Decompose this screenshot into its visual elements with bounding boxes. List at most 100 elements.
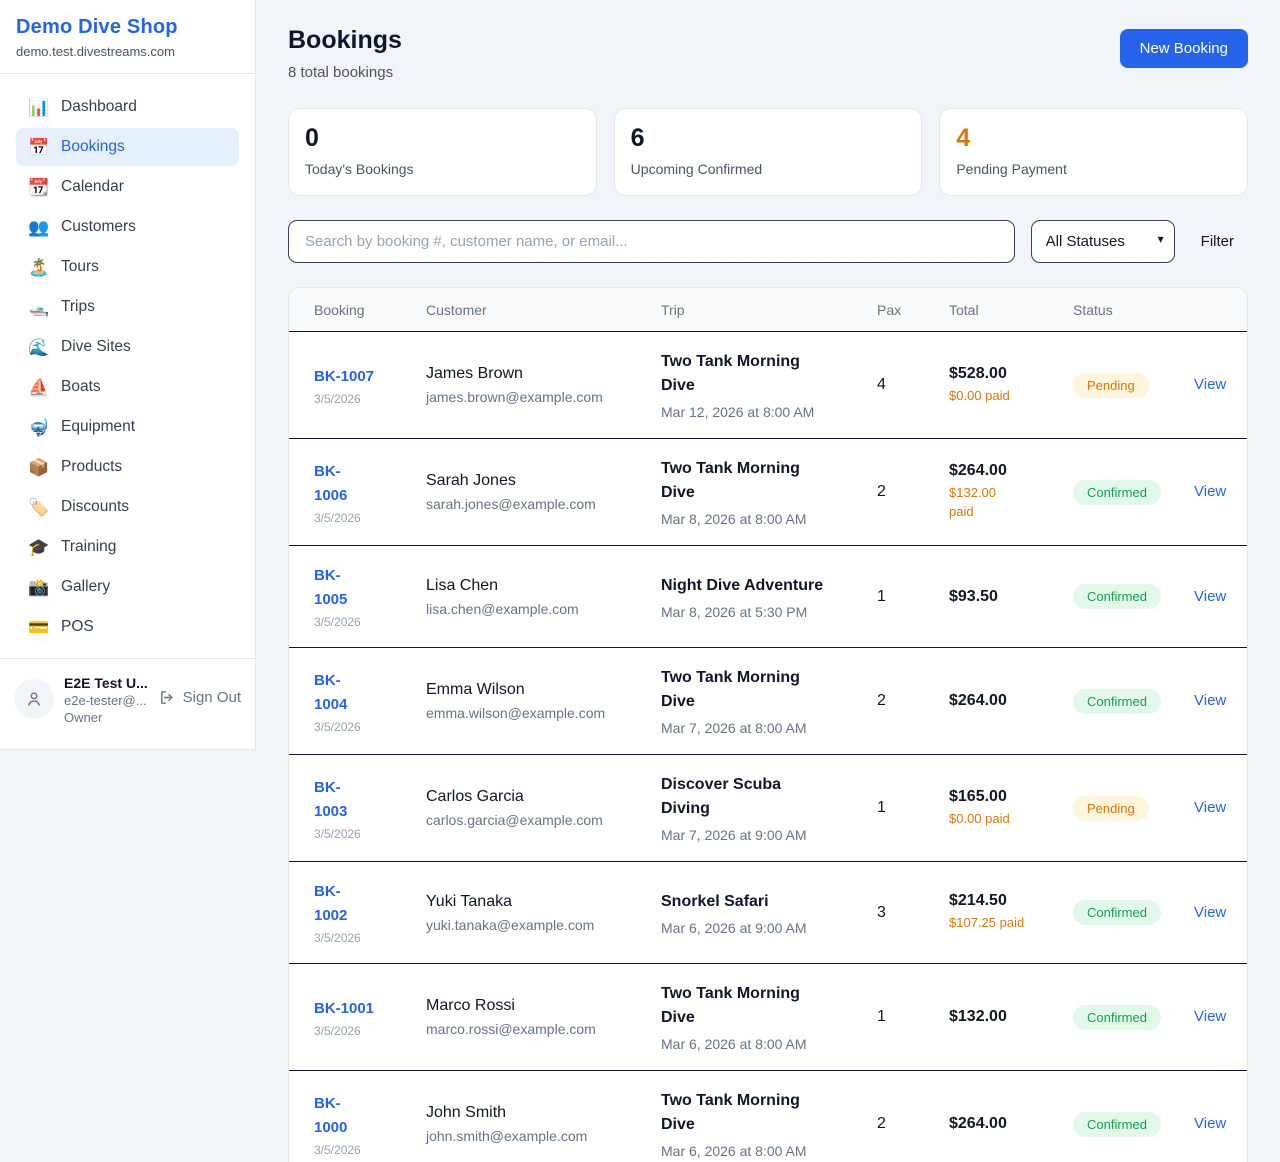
booking-ref-link[interactable]: BK- 1002 <box>314 880 426 928</box>
stat-value: 4 <box>956 124 1231 153</box>
view-link[interactable]: View <box>1194 483 1226 500</box>
table-row: BK- 1003 3/5/2026 Carlos Garcia carlos.g… <box>289 755 1247 862</box>
sidebar-item-bookings[interactable]: 📅 Bookings <box>16 128 239 166</box>
booking-ref-link[interactable]: BK- 1004 <box>314 669 426 717</box>
graduation-cap-icon: 🎓 <box>28 539 48 556</box>
view-link[interactable]: View <box>1194 1115 1226 1132</box>
pax-count: 1 <box>877 1008 949 1026</box>
booking-ref-link[interactable]: BK- 1003 <box>314 776 426 824</box>
status-badge: Confirmed <box>1073 1112 1161 1137</box>
total-amount: $264.00 <box>949 462 1073 480</box>
bookings-table: Booking Customer Trip Pax Total Status B… <box>288 287 1248 1162</box>
pax-count: 1 <box>877 799 949 817</box>
customer-email: sarah.jones@example.com <box>426 496 661 512</box>
booking-ref-link[interactable]: BK-1001 <box>314 997 426 1021</box>
total-bookings-count: 8 total bookings <box>288 64 402 81</box>
user-name: E2E Test U... <box>64 675 149 691</box>
status-badge: Confirmed <box>1073 689 1161 714</box>
sidebar-item-trips[interactable]: 🛥️ Trips <box>16 288 239 326</box>
booking-ref-link[interactable]: BK- 1006 <box>314 460 426 508</box>
view-link[interactable]: View <box>1194 588 1226 605</box>
table-row: BK- 1005 3/5/2026 Lisa Chen lisa.chen@ex… <box>289 546 1247 648</box>
view-link[interactable]: View <box>1194 376 1226 393</box>
view-link[interactable]: View <box>1194 904 1226 921</box>
booking-ref-link[interactable]: BK- 1000 <box>314 1092 426 1140</box>
new-booking-button[interactable]: New Booking <box>1120 29 1248 68</box>
status-badge: Confirmed <box>1073 584 1161 609</box>
view-link[interactable]: View <box>1194 799 1226 816</box>
sidebar-item-training[interactable]: 🎓 Training <box>16 528 239 566</box>
trip-name: Night Dive Adventure <box>661 574 877 598</box>
shop-name: Demo Dive Shop <box>16 16 239 39</box>
search-input[interactable] <box>288 220 1015 263</box>
sidebar-item-products[interactable]: 📦 Products <box>16 448 239 486</box>
trip-datetime: Mar 7, 2026 at 9:00 AM <box>661 827 877 843</box>
sidebar-item-boats[interactable]: ⛵ Boats <box>16 368 239 406</box>
paid-amount: $132.00 paid <box>949 484 1073 522</box>
people-icon: 👥 <box>28 219 48 236</box>
booking-created-date: 3/5/2026 <box>314 720 426 734</box>
booking-ref-link[interactable]: BK-1007 <box>314 365 426 389</box>
stat-value: 6 <box>631 124 906 153</box>
customer-email: james.brown@example.com <box>426 389 661 405</box>
stat-label: Today's Bookings <box>305 161 580 177</box>
sidebar-item-label: Trips <box>61 298 95 316</box>
sidebar-item-discounts[interactable]: 🏷️ Discounts <box>16 488 239 526</box>
trip-datetime: Mar 6, 2026 at 8:00 AM <box>661 1143 877 1159</box>
trip-datetime: Mar 6, 2026 at 8:00 AM <box>661 1036 877 1052</box>
sidebar-item-customers[interactable]: 👥 Customers <box>16 208 239 246</box>
booking-created-date: 3/5/2026 <box>314 511 426 525</box>
trip-name: Two Tank Morning Dive <box>661 982 877 1030</box>
page-header: Bookings 8 total bookings New Booking <box>288 26 1248 81</box>
sidebar-item-pos[interactable]: 💳 POS <box>16 608 239 646</box>
trip-name: Two Tank Morning Dive <box>661 350 877 398</box>
status-badge: Confirmed <box>1073 480 1161 505</box>
status-badge: Confirmed <box>1073 1005 1161 1030</box>
booking-created-date: 3/5/2026 <box>314 1143 426 1157</box>
customer-name: John Smith <box>426 1104 661 1122</box>
wave-icon: 🌊 <box>28 339 48 356</box>
table-row: BK-1007 3/5/2026 James Brown james.brown… <box>289 332 1247 439</box>
customer-email: lisa.chen@example.com <box>426 601 661 617</box>
stat-card-today-s-bookings: 0Today's Bookings <box>288 108 597 196</box>
table-row: BK-1001 3/5/2026 Marco Rossi marco.rossi… <box>289 964 1247 1071</box>
col-booking: Booking <box>314 302 426 318</box>
total-amount: $528.00 <box>949 365 1073 383</box>
sidebar-item-label: Tours <box>61 258 99 276</box>
sidebar-item-label: Equipment <box>61 418 135 436</box>
sidebar-item-dashboard[interactable]: 📊 Dashboard <box>16 88 239 126</box>
table-row: BK- 1000 3/5/2026 John Smith john.smith@… <box>289 1071 1247 1162</box>
page-title: Bookings <box>288 26 402 55</box>
user-email: e2e-tester@... <box>64 693 149 708</box>
stat-card-upcoming-confirmed: 6 Upcoming Confirmed <box>614 108 923 196</box>
sign-out-label: Sign Out <box>183 689 241 706</box>
sidebar-item-gallery[interactable]: 📸 Gallery <box>16 568 239 606</box>
sidebar-nav: 📊 Dashboard 📅 Bookings 📆 Calendar 👥 Cust… <box>0 74 255 658</box>
sidebar-item-calendar[interactable]: 📆 Calendar <box>16 168 239 206</box>
stat-label: Upcoming Confirmed <box>631 161 906 177</box>
customer-name: Lisa Chen <box>426 577 661 595</box>
sailboat-icon: ⛵ <box>28 379 48 396</box>
customer-email: marco.rossi@example.com <box>426 1021 661 1037</box>
view-link[interactable]: View <box>1194 1008 1226 1025</box>
status-select[interactable]: All Statuses <box>1031 220 1175 263</box>
filter-button[interactable]: Filter <box>1191 233 1248 250</box>
sidebar-item-dive-sites[interactable]: 🌊 Dive Sites <box>16 328 239 366</box>
shop-domain: demo.test.divestreams.com <box>16 44 239 59</box>
booking-ref-link[interactable]: BK- 1005 <box>314 564 426 612</box>
sidebar-item-label: Boats <box>61 378 101 396</box>
sidebar-item-label: POS <box>61 618 94 636</box>
table-row: BK- 1006 3/5/2026 Sarah Jones sarah.jone… <box>289 439 1247 546</box>
sidebar-item-label: Products <box>61 458 122 476</box>
stat-label: Pending Payment <box>956 161 1231 177</box>
sidebar-item-label: Bookings <box>61 138 125 156</box>
sidebar-item-equipment[interactable]: 🤿 Equipment <box>16 408 239 446</box>
sidebar-item-tours[interactable]: 🏝️ Tours <box>16 248 239 286</box>
sign-out-button[interactable]: Sign Out <box>159 689 241 706</box>
sidebar-item-label: Discounts <box>61 498 129 516</box>
tag-icon: 🏷️ <box>28 499 48 516</box>
view-link[interactable]: View <box>1194 692 1226 709</box>
pax-count: 2 <box>877 692 949 710</box>
customer-name: Carlos Garcia <box>426 788 661 806</box>
customer-email: yuki.tanaka@example.com <box>426 917 661 933</box>
